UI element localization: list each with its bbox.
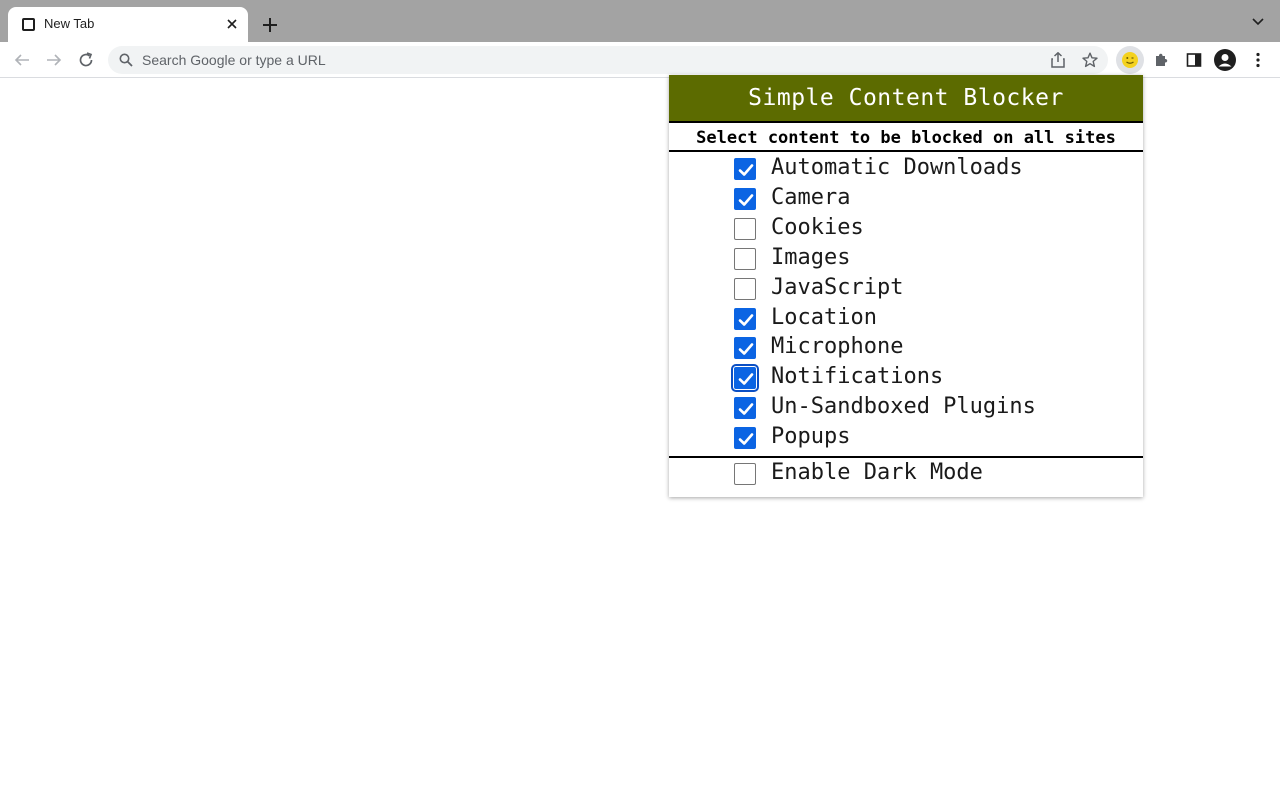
option-label: Popups <box>771 424 851 450</box>
search-icon <box>119 53 133 67</box>
dark-mode-checkbox[interactable] <box>734 463 756 485</box>
popup-title: Simple Content Blocker <box>669 75 1143 123</box>
tab-new-tab[interactable]: New Tab <box>8 7 248 42</box>
bookmark-star-icon[interactable] <box>1080 50 1100 70</box>
option-checkbox[interactable] <box>731 364 759 393</box>
option-label: Camera <box>771 184 851 210</box>
tab-favicon-icon <box>22 18 35 31</box>
option-row[interactable]: Un-Sandboxed Plugins <box>669 394 1143 424</box>
dark-mode-option[interactable]: Enable Dark Mode <box>669 460 1143 490</box>
popup-divider <box>669 456 1143 458</box>
option-label: Un-Sandboxed Plugins <box>771 394 1036 420</box>
option-label: Automatic Downloads <box>771 155 1023 180</box>
forward-arrow-icon[interactable] <box>42 48 66 72</box>
profile-avatar-icon[interactable] <box>1213 48 1237 72</box>
option-checkbox[interactable] <box>734 427 756 450</box>
new-tab-plus-icon[interactable] <box>258 13 282 37</box>
kebab-menu-icon[interactable] <box>1246 48 1270 72</box>
option-label: Images <box>771 244 851 270</box>
omnibox-placeholder: Search Google or type a URL <box>142 52 326 68</box>
option-checkbox[interactable] <box>734 247 756 270</box>
option-row[interactable]: Popups <box>669 424 1143 454</box>
omnibox[interactable]: Search Google or type a URL <box>108 46 1108 74</box>
option-row[interactable]: Microphone <box>669 334 1143 364</box>
option-label: Microphone <box>771 334 904 360</box>
back-arrow-icon[interactable] <box>10 48 34 72</box>
option-row[interactable]: Images <box>669 245 1143 275</box>
option-row[interactable]: Cookies <box>669 215 1143 245</box>
option-label: Notifications <box>771 364 944 390</box>
popup-subtitle: Select content to be blocked on all site… <box>669 125 1143 152</box>
option-checkbox[interactable] <box>734 397 756 420</box>
tab-strip: New Tab <box>0 0 1280 42</box>
browser-toolbar: Search Google or type a URL <box>0 42 1280 78</box>
option-checkbox[interactable] <box>734 158 756 180</box>
smiley-extension-icon[interactable] <box>1116 46 1144 74</box>
option-label: JavaScript <box>771 274 904 300</box>
option-row[interactable]: Camera <box>669 185 1143 215</box>
content-blocker-popup: Simple Content Blocker Select content to… <box>669 75 1143 497</box>
option-checkbox[interactable] <box>734 187 756 210</box>
option-checkbox[interactable] <box>734 307 756 330</box>
option-row[interactable]: JavaScript <box>669 275 1143 305</box>
option-row[interactable]: Notifications <box>669 364 1143 394</box>
tab-close-icon[interactable] <box>222 14 242 34</box>
side-panel-icon[interactable] <box>1182 48 1206 72</box>
option-checkbox[interactable] <box>734 277 756 300</box>
reload-icon[interactable] <box>74 48 98 72</box>
tab-title: New Tab <box>44 16 95 31</box>
option-row[interactable]: Automatic Downloads <box>669 155 1143 185</box>
option-checkbox[interactable] <box>734 337 756 360</box>
puzzle-icon[interactable] <box>1150 48 1174 72</box>
option-row[interactable]: Location <box>669 305 1143 335</box>
option-checkbox[interactable] <box>734 217 756 240</box>
tab-search-chevron-icon[interactable] <box>1250 14 1266 30</box>
dark-mode-label: Enable Dark Mode <box>771 460 983 485</box>
option-label: Cookies <box>771 214 864 240</box>
share-icon[interactable] <box>1048 50 1068 70</box>
option-label: Location <box>771 304 877 330</box>
